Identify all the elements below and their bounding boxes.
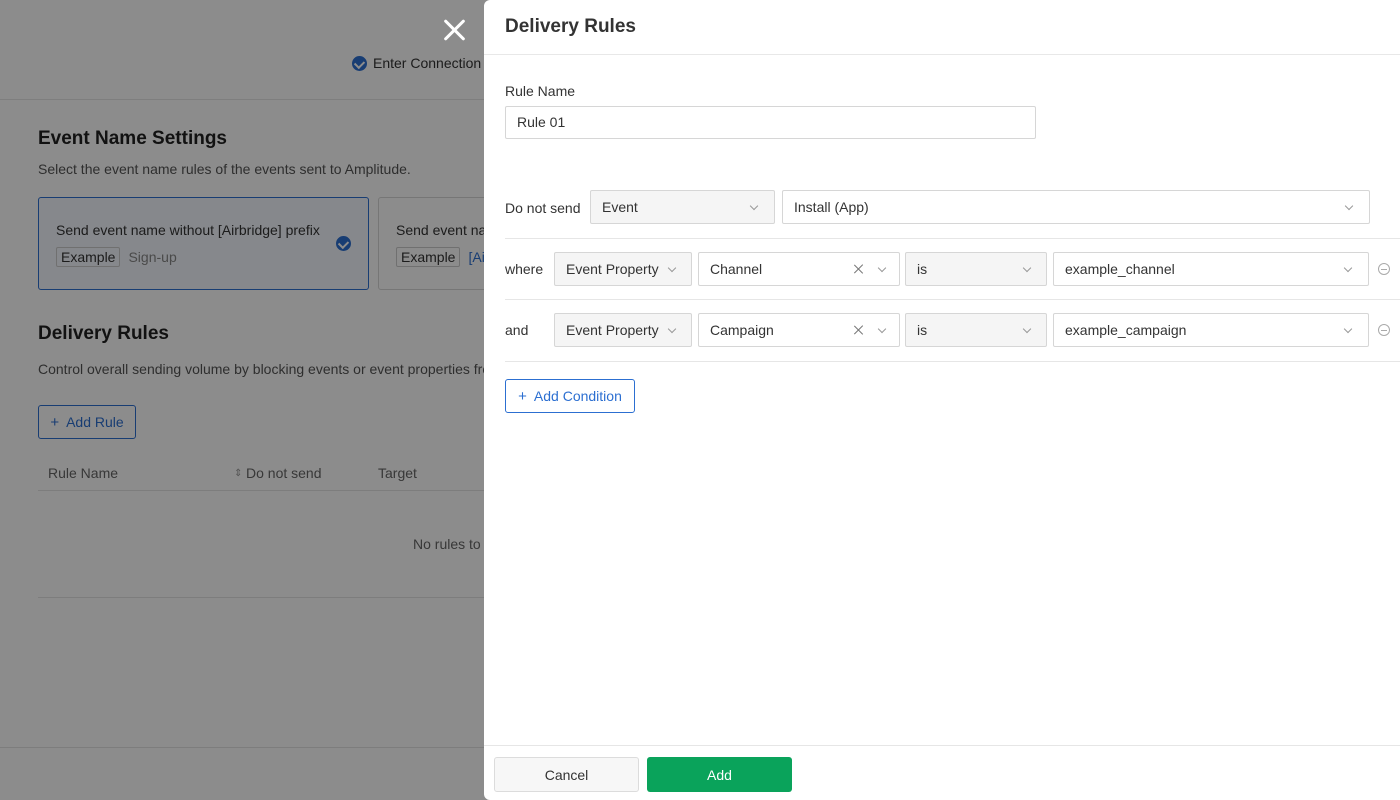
remove-condition-icon[interactable]: [1378, 263, 1390, 275]
select-value: Campaign: [710, 322, 774, 338]
chevron-down-icon: [877, 324, 887, 334]
clear-icon[interactable]: [853, 262, 865, 276]
select-value: Event Property: [566, 261, 659, 277]
add-condition-button[interactable]: + Add Condition: [505, 379, 635, 413]
chevron-down-icon: [749, 201, 759, 211]
chevron-down-icon: [667, 263, 677, 273]
chevron-down-icon: [1344, 201, 1354, 211]
add-button[interactable]: Add: [647, 757, 792, 792]
select-value: Install (App): [794, 199, 869, 215]
event-target-select[interactable]: Install (App): [782, 190, 1370, 224]
condition-connector: where: [505, 261, 544, 277]
add-condition-label: Add Condition: [533, 388, 622, 404]
condition-property-select[interactable]: Campaign: [698, 313, 900, 347]
condition-value-select[interactable]: example_campaign: [1053, 313, 1369, 347]
condition-operator-select[interactable]: is: [905, 252, 1047, 286]
select-value: example_channel: [1065, 261, 1175, 277]
event-type-select[interactable]: Event: [590, 190, 775, 224]
drawer-title: Delivery Rules: [505, 16, 636, 37]
condition-connector: and: [505, 322, 529, 338]
chevron-down-icon: [1343, 263, 1353, 273]
clear-icon[interactable]: [853, 323, 865, 337]
chevron-down-icon: [667, 324, 677, 334]
plus-icon: +: [518, 387, 527, 405]
remove-condition-icon[interactable]: [1378, 324, 1390, 336]
select-value: Channel: [710, 261, 763, 277]
chevron-down-icon: [1022, 324, 1032, 334]
select-value: example_campaign: [1065, 322, 1187, 338]
condition-source-select[interactable]: Event Property: [554, 313, 692, 347]
chevron-down-icon: [1343, 324, 1353, 334]
drawer-footer: Cancel Add: [484, 745, 1400, 800]
select-value: Event: [602, 199, 638, 215]
rule-name-label: Rule Name: [505, 83, 576, 99]
rule-name-input[interactable]: Rule 01: [505, 106, 1036, 139]
row-divider: [505, 361, 1400, 362]
chevron-down-icon: [877, 263, 887, 273]
close-icon[interactable]: [438, 14, 470, 46]
row-divider: [505, 299, 1400, 300]
row-divider: [505, 238, 1400, 239]
select-value: Event Property: [566, 322, 659, 338]
do-not-send-label: Do not send: [505, 200, 581, 216]
cancel-button[interactable]: Cancel: [494, 757, 639, 792]
condition-value-select[interactable]: example_channel: [1053, 252, 1369, 286]
delivery-rules-drawer: Delivery Rules Rule Name Rule 01 Do not …: [484, 0, 1400, 800]
drawer-header: Delivery Rules: [484, 0, 1400, 55]
condition-operator-select[interactable]: is: [905, 313, 1047, 347]
select-value: is: [917, 261, 928, 277]
select-value: is: [917, 322, 928, 338]
condition-property-select[interactable]: Channel: [698, 252, 900, 286]
chevron-down-icon: [1022, 263, 1032, 273]
condition-source-select[interactable]: Event Property: [554, 252, 692, 286]
